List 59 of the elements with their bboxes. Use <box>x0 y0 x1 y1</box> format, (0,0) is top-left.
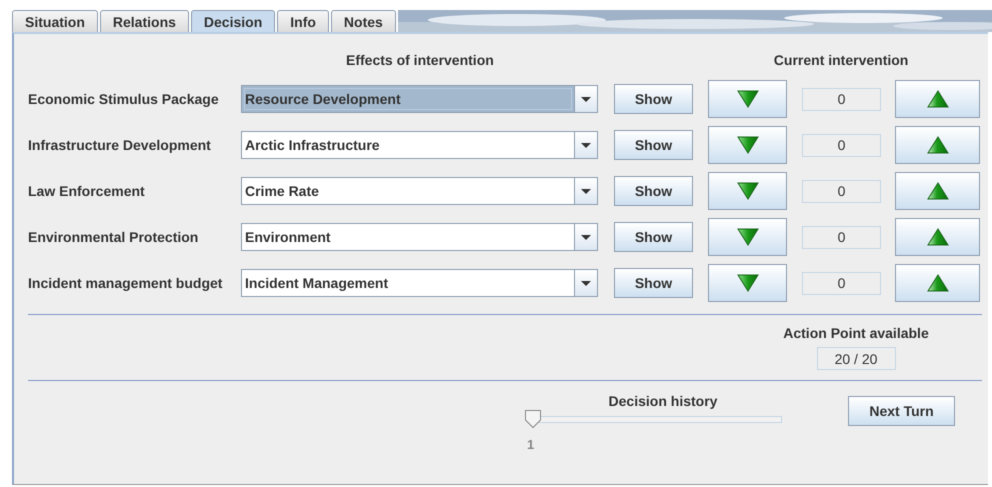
show-button[interactable]: Show <box>614 268 693 298</box>
down-triangle-icon <box>736 136 758 154</box>
intervention-label: Incident management budget <box>28 275 224 291</box>
column-heading: Current intervention <box>774 52 908 70</box>
decrease-button[interactable] <box>708 218 787 256</box>
show-button[interactable]: Show <box>614 176 693 206</box>
intervention-value: 0 <box>802 180 881 202</box>
decrease-button[interactable] <box>708 264 787 302</box>
slider-thumb[interactable] <box>524 409 542 429</box>
dropdown-arrow-icon <box>581 188 591 194</box>
down-triangle-icon <box>736 90 758 108</box>
intervention-label: Infrastructure Development <box>28 137 212 153</box>
up-triangle-icon <box>926 90 948 108</box>
intervention-value: 0 <box>802 88 881 110</box>
up-triangle-icon <box>926 228 948 246</box>
show-button[interactable]: Show <box>614 130 693 160</box>
up-triangle-icon <box>926 274 948 292</box>
intervention-label: Environmental Protection <box>28 229 200 245</box>
dropdown-arrow-icon <box>581 234 591 240</box>
tick-label: 1 <box>527 436 534 452</box>
show-button[interactable]: Show <box>614 84 693 114</box>
down-triangle-icon <box>736 228 758 246</box>
next-turn-button[interactable]: Next Turn <box>848 396 955 426</box>
intervention-label: Economic Stimulus Package <box>28 91 220 107</box>
increase-button[interactable] <box>895 172 980 210</box>
dropdown-arrow-icon <box>581 96 591 102</box>
decrease-button[interactable] <box>708 172 787 210</box>
down-triangle-icon <box>736 274 758 292</box>
intervention-value: 0 <box>802 226 881 248</box>
effect-dropdown[interactable]: Crime Rate <box>241 177 598 205</box>
increase-button[interactable] <box>895 126 980 164</box>
dropdown-arrow-icon <box>581 142 591 148</box>
increase-button[interactable] <box>895 218 980 256</box>
effect-dropdown[interactable]: Environment <box>241 223 598 251</box>
tab[interactable]: Relations <box>100 10 189 32</box>
dropdown-arrow-icon <box>581 280 591 286</box>
decrease-button[interactable] <box>708 126 787 164</box>
increase-button[interactable] <box>895 80 980 118</box>
action-point-label: Action Point available <box>783 325 929 341</box>
action-point-value: 20 / 20 <box>816 347 896 370</box>
column-heading: Effects of intervention <box>346 52 494 70</box>
tab[interactable]: Situation <box>12 10 98 32</box>
effect-dropdown[interactable]: Resource Development <box>241 85 598 113</box>
show-button[interactable]: Show <box>614 222 693 252</box>
increase-button[interactable] <box>895 264 980 302</box>
intervention-label: Law Enforcement <box>28 183 146 199</box>
up-triangle-icon <box>926 136 948 154</box>
history-label: Decision history <box>608 393 718 409</box>
tab[interactable]: Notes <box>330 10 396 32</box>
tab[interactable]: Info <box>277 10 329 32</box>
effect-dropdown[interactable]: Incident Management <box>241 269 598 297</box>
up-triangle-icon <box>926 182 948 200</box>
intervention-value: 0 <box>802 272 881 294</box>
decrease-button[interactable] <box>708 80 787 118</box>
history-slider[interactable] <box>524 409 782 431</box>
effect-dropdown[interactable]: Arctic Infrastructure <box>241 131 598 159</box>
tab[interactable]: Decision <box>190 10 276 32</box>
intervention-value: 0 <box>802 134 881 156</box>
down-triangle-icon <box>736 182 758 200</box>
